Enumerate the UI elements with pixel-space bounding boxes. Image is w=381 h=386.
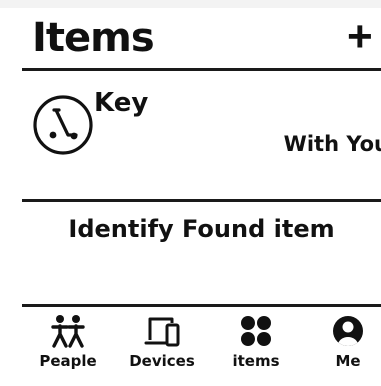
me-icon [333,316,363,346]
header-divider [22,68,381,71]
page-title: Items [32,15,155,61]
item-name: Key [94,88,149,118]
tab-people-label: Peaple [39,352,97,370]
bottom-tab-bar: Peaple Devices items Me [22,308,381,386]
tab-me-label: Me [335,352,361,370]
add-item-button[interactable]: + [347,14,381,60]
item-status: With You [283,132,381,156]
list-divider [22,199,381,202]
items-icon [241,316,271,346]
item-row-key[interactable]: Key With You [22,76,381,196]
scooter-icon [33,95,93,155]
tab-devices[interactable]: Devices [122,314,202,384]
identify-found-item-button[interactable]: Identify Found item [22,206,381,252]
tab-people[interactable]: Peaple [28,314,108,384]
people-icon [51,315,85,348]
status-bar-strip [0,0,381,8]
devices-icon [144,317,180,347]
tab-devices-label: Devices [129,352,195,370]
tab-items[interactable]: items [216,314,296,384]
tab-items-label: items [232,352,280,370]
tab-me[interactable]: Me [308,314,381,384]
tabbar-divider [22,304,381,307]
